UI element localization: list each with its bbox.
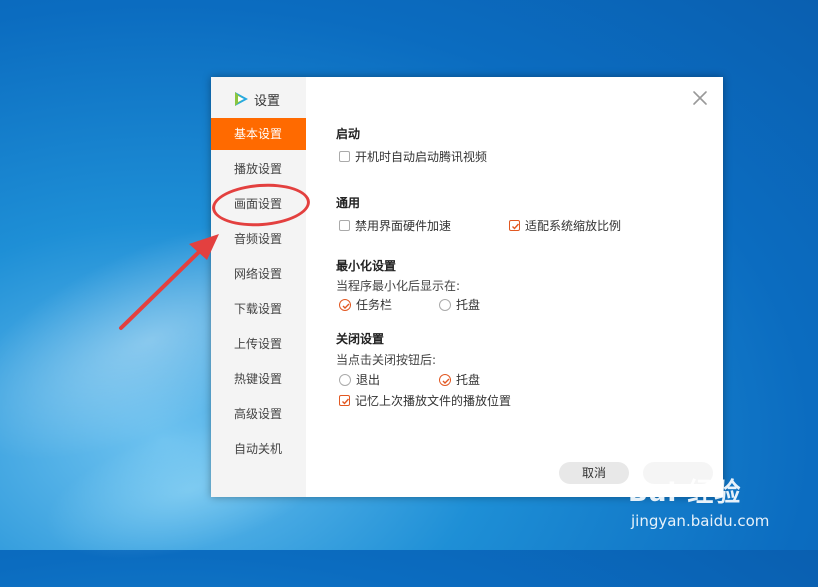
minimize-prompt: 当程序最小化后显示在: (336, 279, 461, 293)
tencent-video-logo-icon (235, 92, 248, 106)
checkmark-icon (512, 223, 520, 230)
sidebar-item-advanced[interactable]: 高级设置 (211, 398, 306, 433)
section-title-close: 关闭设置 (336, 332, 385, 346)
close-exit-option[interactable]: 退出 (339, 371, 380, 388)
sidebar-item-audio[interactable]: 音频设置 (211, 223, 306, 258)
settings-content: 启动 开机时自动启动腾讯视频 通用 禁用界面硬件加速 适配系统缩放比例 最小化设… (336, 77, 716, 497)
remember-position-option[interactable]: 记忆上次播放文件的播放位置 (339, 392, 511, 409)
disable-hw-accel-label: 禁用界面硬件加速 (355, 219, 452, 233)
fit-system-scale-label: 适配系统缩放比例 (525, 219, 622, 233)
settings-dialog: 设置 基本设置 播放设置 画面设置 音频设置 网络设置 下载设置 上传设置 热键… (211, 77, 723, 497)
disable-hw-accel-option[interactable]: 禁用界面硬件加速 (339, 217, 451, 234)
autostart-checkbox[interactable] (339, 151, 350, 162)
minimize-taskbar-label: 任务栏 (356, 298, 393, 312)
dialog-brand: 设置 (233, 89, 280, 109)
sidebar-item-playback[interactable]: 播放设置 (211, 153, 306, 188)
close-tray-label: 托盘 (456, 373, 481, 387)
checkmark-icon (342, 398, 350, 405)
remember-position-checkbox[interactable] (339, 395, 350, 406)
settings-nav: 基本设置 播放设置 画面设置 音频设置 网络设置 下载设置 上传设置 热键设置 … (211, 118, 306, 468)
autostart-option[interactable]: 开机时自动启动腾讯视频 (339, 148, 487, 165)
sidebar-item-hotkey[interactable]: 热键设置 (211, 363, 306, 398)
baidu-jingyan-watermark: Bai 经验 jingyan.baidu.com (628, 464, 808, 544)
fit-system-scale-option[interactable]: 适配系统缩放比例 (509, 217, 621, 234)
close-prompt: 当点击关闭按钮后: (336, 353, 437, 367)
sidebar-item-download[interactable]: 下载设置 (211, 293, 306, 328)
section-title-minimize: 最小化设置 (336, 259, 397, 273)
minimize-tray-label: 托盘 (456, 298, 481, 312)
settings-sidebar: 设置 基本设置 播放设置 画面设置 音频设置 网络设置 下载设置 上传设置 热键… (211, 77, 306, 497)
watermark-brand: Bai 经验 (628, 478, 742, 508)
remember-position-label: 记忆上次播放文件的播放位置 (355, 394, 512, 408)
annotation-arrow-icon (119, 234, 219, 330)
close-tray-radio[interactable] (439, 373, 451, 386)
minimize-tray-radio[interactable] (439, 298, 451, 311)
sidebar-item-basic[interactable]: 基本设置 (211, 118, 306, 150)
minimize-tray-option[interactable]: 托盘 (439, 296, 480, 313)
section-title-general: 通用 (336, 196, 361, 210)
close-exit-label: 退出 (356, 373, 381, 387)
disable-hw-accel-checkbox[interactable] (339, 220, 350, 231)
close-exit-radio[interactable] (339, 373, 351, 386)
fit-system-scale-checkbox[interactable] (509, 220, 520, 231)
autostart-label: 开机时自动启动腾讯视频 (355, 150, 488, 164)
minimize-taskbar-option[interactable]: 任务栏 (339, 296, 392, 313)
close-tray-option[interactable]: 托盘 (439, 371, 480, 388)
watermark-url: jingyan.baidu.com (631, 512, 770, 530)
sidebar-item-auto-shutdown[interactable]: 自动关机 (211, 433, 306, 468)
minimize-taskbar-radio[interactable] (339, 298, 351, 311)
sidebar-item-upload[interactable]: 上传设置 (211, 328, 306, 363)
dialog-title: 设置 (254, 93, 281, 109)
cancel-button[interactable]: 取消 (559, 462, 629, 484)
sidebar-item-network[interactable]: 网络设置 (211, 258, 306, 293)
section-title-startup: 启动 (336, 127, 361, 141)
checkmark-icon (342, 303, 350, 309)
checkmark-icon (442, 378, 450, 384)
